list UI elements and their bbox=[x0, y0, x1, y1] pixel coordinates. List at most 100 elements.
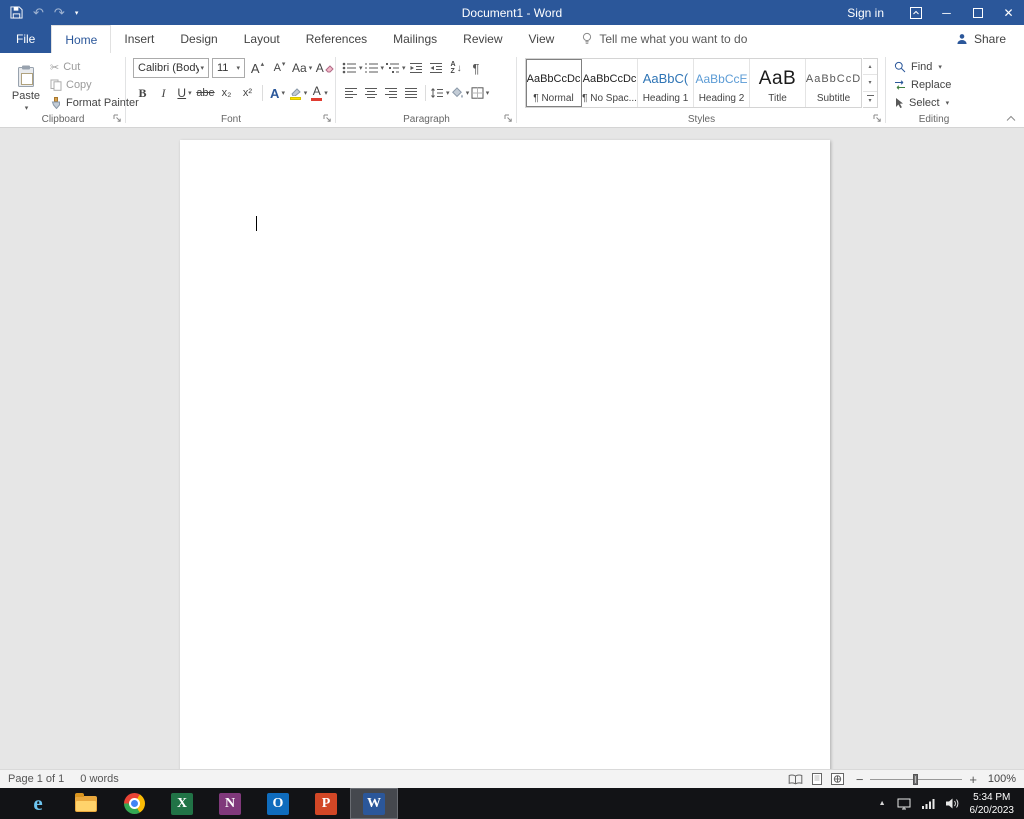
increase-indent-button[interactable] bbox=[427, 58, 446, 78]
document-page[interactable] bbox=[180, 140, 830, 769]
clock[interactable]: 5:34 PM 6/20/2023 bbox=[970, 791, 1015, 817]
zoom-slider-thumb[interactable] bbox=[913, 774, 918, 785]
show-paragraph-marks-button[interactable]: ¶ bbox=[467, 58, 486, 78]
system-tray: ▲ 5:34 PM 6/20/2023 bbox=[879, 788, 1024, 819]
select-cursor-icon bbox=[894, 97, 904, 109]
sort-arrow-icon: ↓ bbox=[457, 63, 462, 74]
style-normal[interactable]: AaBbCcDc ¶ Normal bbox=[526, 59, 582, 107]
volume-tray-icon[interactable] bbox=[946, 798, 959, 809]
style-title[interactable]: AaB Title bbox=[750, 59, 806, 107]
highlight-color-button[interactable]: ▾ bbox=[289, 83, 308, 103]
sort-button[interactable]: AZ ↓ bbox=[447, 58, 466, 78]
text-effects-button[interactable]: A▾ bbox=[268, 83, 287, 103]
taskbar-internet-explorer[interactable]: e bbox=[14, 788, 62, 819]
show-hidden-icons-icon[interactable]: ▲ bbox=[879, 800, 886, 807]
style-no-spacing[interactable]: AaBbCcDc ¶ No Spac... bbox=[582, 59, 638, 107]
underline-button[interactable]: U▾ bbox=[175, 83, 194, 103]
zoom-in-button[interactable]: + bbox=[969, 773, 977, 786]
tab-mailings[interactable]: Mailings bbox=[380, 25, 450, 53]
styles-gallery-more-icon[interactable]: ▾ bbox=[863, 92, 877, 107]
select-button[interactable]: Select ▾ bbox=[894, 95, 951, 110]
borders-button[interactable]: ▾ bbox=[471, 83, 490, 103]
collapse-ribbon-icon[interactable] bbox=[1006, 115, 1016, 122]
save-icon[interactable] bbox=[10, 0, 23, 25]
format-painter-icon bbox=[50, 97, 62, 109]
bullets-button[interactable]: ▾ bbox=[342, 58, 363, 78]
paragraph-group-label: Paragraph bbox=[336, 114, 517, 125]
page-indicator[interactable]: Page 1 of 1 bbox=[8, 773, 64, 785]
word-count[interactable]: 0 words bbox=[80, 773, 119, 785]
paste-button[interactable]: Paste ▾ bbox=[5, 57, 47, 119]
maximize-button[interactable] bbox=[962, 0, 993, 25]
editing-group-label: Editing bbox=[886, 114, 982, 125]
display-tray-icon[interactable] bbox=[897, 798, 911, 810]
chrome-icon bbox=[124, 793, 145, 814]
borders-icon bbox=[471, 87, 484, 99]
sign-in-link[interactable]: Sign in bbox=[847, 6, 884, 20]
styles-gallery: AaBbCcDc ¶ Normal AaBbCcDc ¶ No Spac... … bbox=[525, 58, 862, 108]
lightbulb-icon bbox=[581, 32, 593, 46]
strikethrough-button[interactable]: abe bbox=[196, 83, 215, 103]
tab-home[interactable]: Home bbox=[51, 25, 111, 53]
justify-button[interactable] bbox=[402, 83, 421, 103]
shading-button[interactable]: ▾ bbox=[451, 83, 470, 103]
taskbar-onenote[interactable]: N bbox=[206, 788, 254, 819]
align-center-button[interactable] bbox=[362, 83, 381, 103]
align-right-button[interactable] bbox=[382, 83, 401, 103]
taskbar-chrome[interactable] bbox=[110, 788, 158, 819]
taskbar-powerpoint[interactable]: P bbox=[302, 788, 350, 819]
text-cursor bbox=[256, 216, 257, 231]
superscript-button[interactable]: x² bbox=[238, 83, 257, 103]
taskbar-file-explorer[interactable] bbox=[62, 788, 110, 819]
zoom-percentage[interactable]: 100% bbox=[984, 773, 1016, 785]
taskbar-word-active[interactable]: W bbox=[350, 788, 398, 819]
multilevel-list-button[interactable]: ▾ bbox=[385, 58, 406, 78]
italic-button[interactable]: I bbox=[154, 83, 173, 103]
style-subtitle[interactable]: AaBbCcD Subtitle bbox=[806, 59, 861, 107]
styles-scroll-down-icon[interactable]: ▾ bbox=[863, 75, 877, 91]
tab-design[interactable]: Design bbox=[167, 25, 230, 53]
print-layout-icon[interactable] bbox=[811, 773, 823, 785]
font-color-button[interactable]: A ▾ bbox=[310, 83, 329, 103]
customize-qat-icon[interactable]: ▾ bbox=[75, 0, 79, 25]
zoom-out-button[interactable]: − bbox=[856, 773, 864, 786]
shrink-font-button[interactable]: A▾ bbox=[270, 58, 289, 78]
tab-references[interactable]: References bbox=[293, 25, 380, 53]
align-left-button[interactable] bbox=[342, 83, 361, 103]
close-button[interactable]: ✕ bbox=[993, 0, 1024, 25]
font-size-combo[interactable]: 11 ▾ bbox=[212, 58, 245, 78]
grow-font-button[interactable]: A▴ bbox=[248, 58, 267, 78]
minimize-button[interactable]: ─ bbox=[931, 0, 962, 25]
font-family-combo[interactable]: Calibri (Body) ▾ bbox=[133, 58, 209, 78]
document-area[interactable] bbox=[0, 129, 1024, 769]
taskbar-excel[interactable]: X bbox=[158, 788, 206, 819]
line-spacing-button[interactable]: ▾ bbox=[430, 83, 450, 103]
tab-view[interactable]: View bbox=[516, 25, 568, 53]
ribbon-display-options-icon[interactable] bbox=[900, 0, 931, 25]
clear-formatting-button[interactable]: A bbox=[315, 58, 334, 78]
replace-button[interactable]: Replace bbox=[894, 77, 951, 92]
style-heading-2[interactable]: AaBbCcE Heading 2 bbox=[694, 59, 750, 107]
redo-icon[interactable]: ↷ bbox=[54, 0, 65, 25]
font-size-dropdown-icon: ▾ bbox=[236, 64, 240, 72]
styles-scroll-up-icon[interactable]: ▴ bbox=[863, 59, 877, 75]
numbering-button[interactable]: ▾ bbox=[364, 58, 385, 78]
change-case-button[interactable]: Aa▾ bbox=[292, 58, 312, 78]
network-tray-icon[interactable] bbox=[922, 798, 935, 809]
style-heading-1[interactable]: AaBbC( Heading 1 bbox=[638, 59, 694, 107]
tell-me-box[interactable]: Tell me what you want to do bbox=[581, 25, 747, 53]
subscript-button[interactable]: x₂ bbox=[217, 83, 236, 103]
tab-layout[interactable]: Layout bbox=[231, 25, 293, 53]
web-layout-icon[interactable] bbox=[831, 773, 844, 785]
read-mode-icon[interactable] bbox=[788, 774, 803, 785]
bold-button[interactable]: B bbox=[133, 83, 152, 103]
decrease-indent-button[interactable] bbox=[407, 58, 426, 78]
tab-insert[interactable]: Insert bbox=[111, 25, 167, 53]
tab-file[interactable]: File bbox=[0, 25, 51, 53]
tab-review[interactable]: Review bbox=[450, 25, 515, 53]
share-button[interactable]: Share bbox=[956, 25, 1024, 53]
undo-icon[interactable]: ↶ bbox=[33, 0, 44, 25]
find-button[interactable]: Find ▾ bbox=[894, 59, 951, 74]
zoom-slider[interactable] bbox=[870, 773, 962, 785]
taskbar-outlook[interactable]: O bbox=[254, 788, 302, 819]
